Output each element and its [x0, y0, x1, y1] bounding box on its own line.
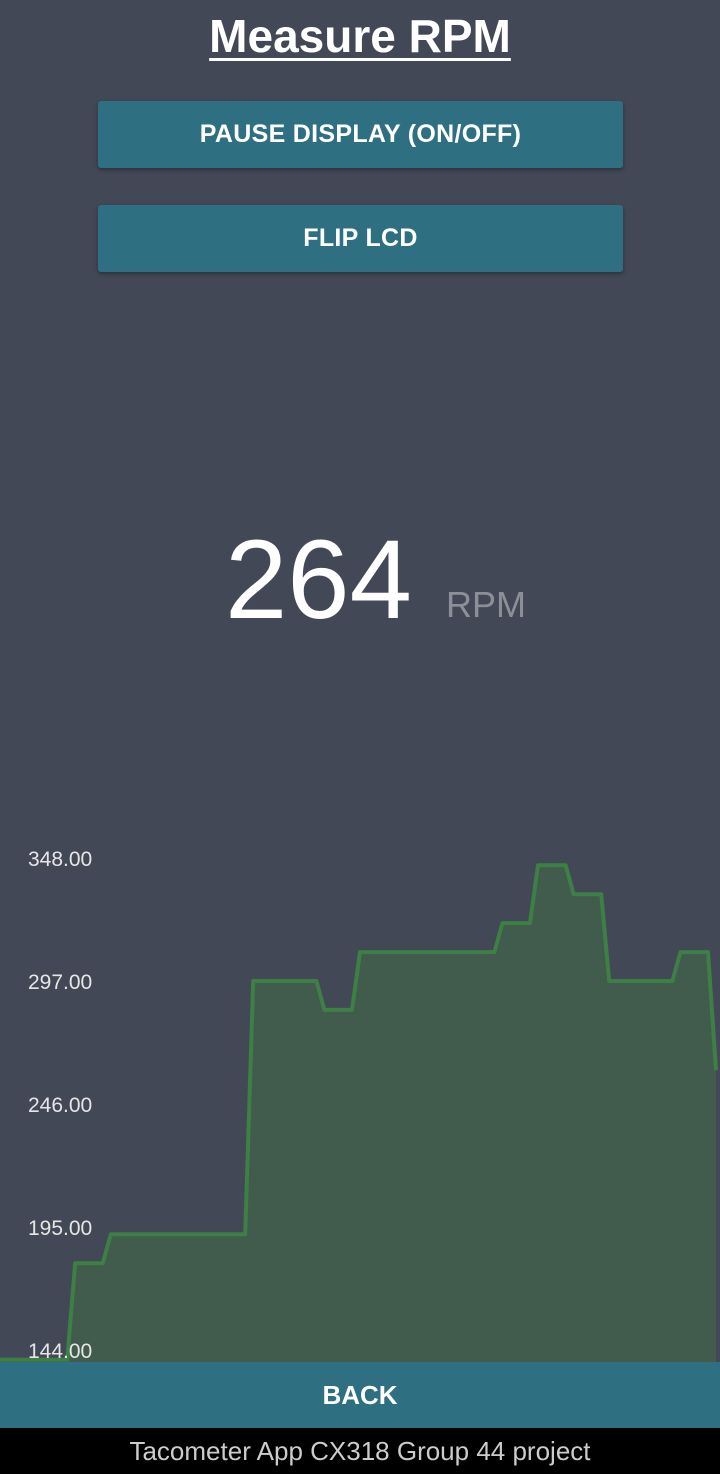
- rpm-unit: RPM: [446, 584, 526, 625]
- y-tick-label: 348.00: [28, 848, 92, 871]
- pause-display-button[interactable]: PAUSE DISPLAY (ON/OFF): [98, 101, 623, 168]
- y-tick-label: 246.00: [28, 1094, 92, 1117]
- footer-caption: Tacometer App CX318 Group 44 project: [0, 1428, 720, 1474]
- flip-lcd-button[interactable]: FLIP LCD: [98, 205, 623, 272]
- back-button[interactable]: BACK: [0, 1362, 720, 1428]
- rpm-chart: 348.00 297.00 246.00 195.00 144.00: [0, 848, 718, 1370]
- y-tick-label: 144.00: [28, 1340, 92, 1363]
- rpm-value: 264: [225, 517, 412, 642]
- y-tick-label: 195.00: [28, 1217, 92, 1240]
- y-tick-label: 297.00: [28, 971, 92, 994]
- page-title: Measure RPM: [209, 10, 511, 62]
- rpm-area-fill: [0, 865, 716, 1370]
